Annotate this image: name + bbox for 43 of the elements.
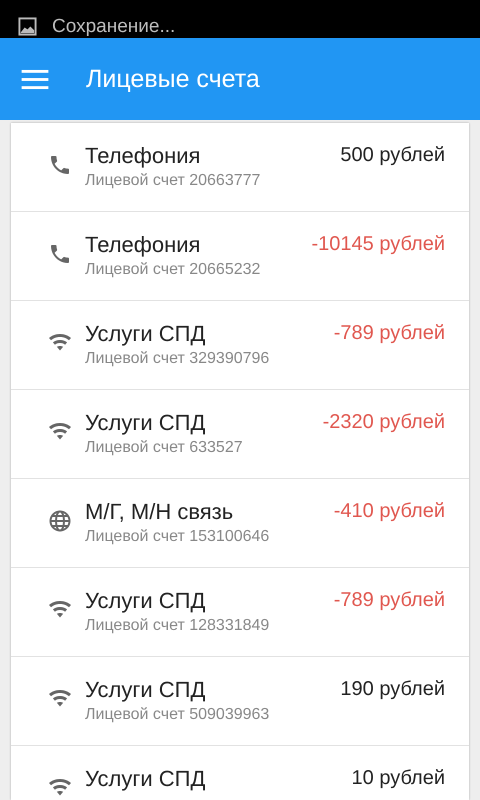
balance-amount: -789 рублей	[334, 321, 445, 346]
account-number: Лицевой счет 128331849	[85, 616, 270, 636]
phone-icon	[48, 242, 72, 266]
account-title: Услуги СПД	[85, 587, 206, 615]
image-icon	[18, 17, 37, 36]
account-row[interactable]: Услуги СПД Лицевой счет 633527 -2320 рублей	[11, 390, 469, 479]
balance-amount: -789 рублей	[334, 588, 445, 613]
balance-amount: -2320 рублей	[322, 410, 445, 435]
wifi-icon	[48, 598, 72, 618]
account-number: Лицевой счет 153100646	[85, 527, 270, 547]
phone-icon	[48, 153, 72, 177]
account-title: Услуги СПД	[85, 676, 206, 704]
wifi-icon	[48, 687, 72, 707]
wifi-icon	[48, 776, 72, 796]
account-number: Лицевой счет 20663777	[85, 171, 260, 191]
account-row[interactable]: Телефония Лицевой счет 20665232 -10145 рублей	[11, 212, 469, 301]
account-row[interactable]: Услуги СПД Лицевой счет 329390796 -789 рублей	[11, 301, 469, 390]
account-row[interactable]: М/Г, М/Н связь Лицевой счет 153100646 -410 рублей	[11, 479, 469, 568]
wifi-icon	[48, 331, 72, 351]
account-title: Услуги СПД	[85, 409, 206, 437]
app-bar-title: Лицевые счета	[86, 64, 260, 94]
balance-amount: 500 рублей	[340, 143, 445, 168]
account-row[interactable]: Услуги СПД 10 рублей	[11, 746, 469, 800]
menu-icon[interactable]	[21, 68, 49, 90]
account-title: Телефония	[85, 142, 200, 170]
globe-icon	[48, 509, 72, 533]
balance-amount: -10145 рублей	[312, 232, 445, 257]
balance-amount: 190 рублей	[340, 677, 445, 702]
account-number: Лицевой счет 633527	[85, 438, 243, 458]
balance-amount: -410 рублей	[334, 499, 445, 524]
wifi-icon	[48, 420, 72, 440]
account-title: Услуги СПД	[85, 320, 206, 348]
notification-text: Сохранение...	[52, 16, 176, 38]
account-number: Лицевой счет 20665232	[85, 260, 260, 280]
balance-amount: 10 рублей	[352, 766, 445, 791]
account-title: Телефония	[85, 231, 200, 259]
account-number: Лицевой счет 329390796	[85, 349, 270, 369]
account-row[interactable]: Телефония Лицевой счет 20663777 500 рублей	[11, 123, 469, 212]
account-number: Лицевой счет 509039963	[85, 705, 270, 725]
account-row[interactable]: Услуги СПД Лицевой счет 509039963 190 рублей	[11, 657, 469, 746]
account-title: М/Г, М/Н связь	[85, 498, 234, 526]
account-row[interactable]: Услуги СПД Лицевой счет 128331849 -789 рублей	[11, 568, 469, 657]
account-title: Услуги СПД	[85, 765, 206, 793]
